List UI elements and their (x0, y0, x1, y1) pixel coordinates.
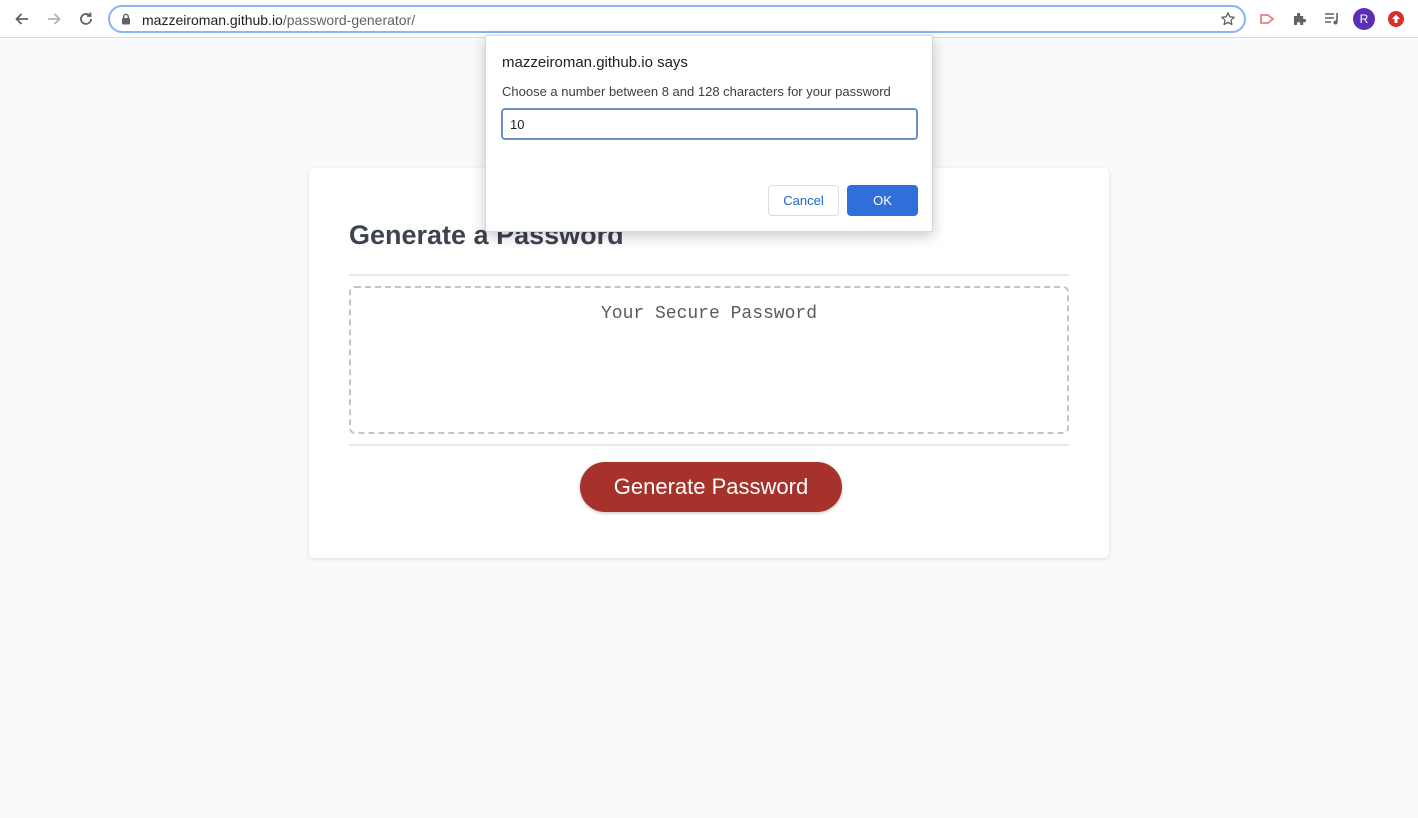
password-length-input[interactable] (501, 108, 918, 140)
puzzle-icon (1294, 12, 1307, 25)
divider (349, 444, 1069, 446)
red-extension-icon (1388, 11, 1404, 27)
extension-arrow-icon (1260, 14, 1275, 24)
address-bar[interactable]: mazzeiroman.github.io/password-generator… (108, 5, 1246, 33)
dialog-title: mazzeiroman.github.io says (502, 54, 688, 71)
forward-arrow-icon (48, 13, 61, 25)
extension-button[interactable] (1257, 8, 1279, 30)
dialog-message: Choose a number between 8 and 128 charac… (502, 84, 891, 99)
cancel-button[interactable]: Cancel (768, 185, 839, 216)
generate-password-button[interactable]: Generate Password (580, 462, 842, 512)
profile-avatar[interactable]: R (1353, 8, 1375, 30)
lock-icon[interactable] (121, 13, 131, 25)
browser-toolbar: mazzeiroman.github.io/password-generator… (0, 0, 1418, 38)
password-output[interactable] (349, 286, 1069, 434)
back-button[interactable] (8, 5, 36, 33)
media-queue-icon (1325, 13, 1338, 25)
star-icon[interactable] (1220, 11, 1236, 27)
red-extension-button[interactable] (1385, 8, 1407, 30)
back-arrow-icon (15, 13, 28, 25)
reload-button[interactable] (72, 5, 100, 33)
ok-button[interactable]: OK (847, 185, 918, 216)
url-host: mazzeiroman.github.io (142, 12, 283, 28)
prompt-dialog: mazzeiroman.github.io says Choose a numb… (485, 35, 933, 232)
url-path: /password-generator/ (282, 12, 416, 28)
media-queue-button[interactable] (1321, 8, 1343, 30)
reload-icon (80, 12, 92, 25)
divider (349, 274, 1069, 276)
forward-button[interactable] (40, 5, 68, 33)
url-text[interactable]: mazzeiroman.github.io/password-generator… (142, 12, 415, 28)
extensions-menu-button[interactable] (1289, 8, 1311, 30)
